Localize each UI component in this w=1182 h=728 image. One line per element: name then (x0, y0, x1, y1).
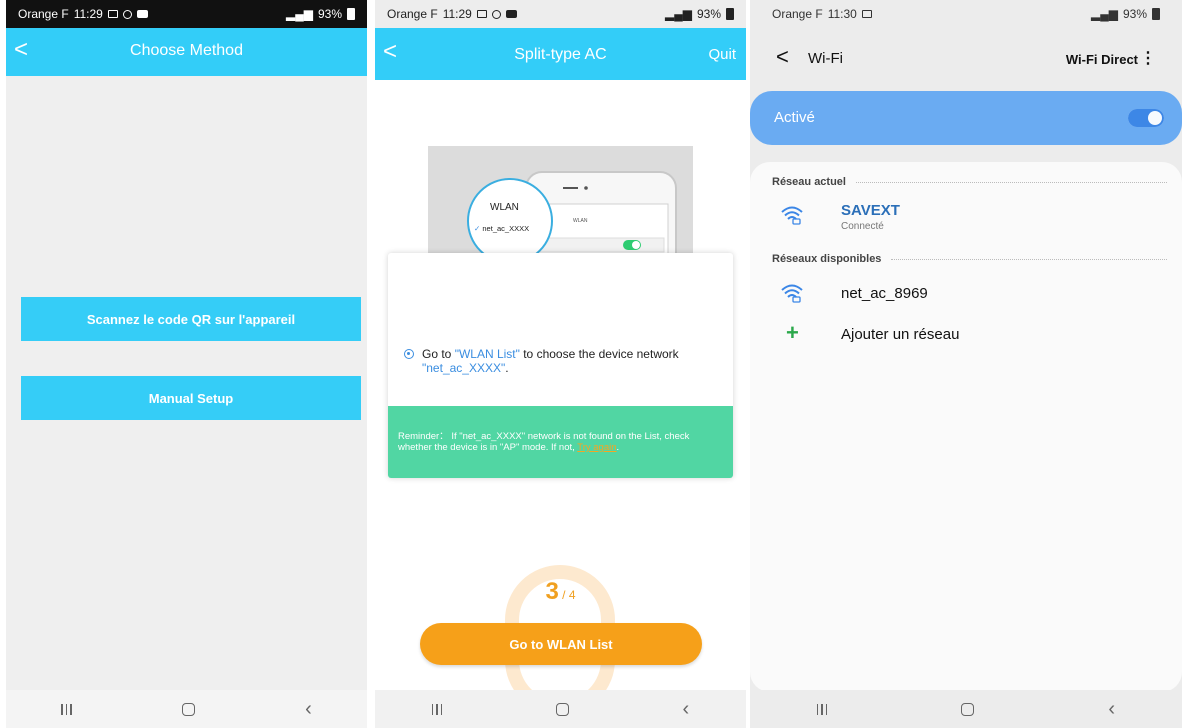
wifi-active-toggle-row[interactable]: Activé (750, 91, 1182, 145)
home-icon[interactable] (961, 702, 975, 716)
title-bar: < Split-type AC Quit (375, 28, 746, 80)
message-icon (136, 10, 148, 18)
battery-label: 93% (1122, 7, 1147, 21)
signal-icon: ▂▄▆ (1091, 7, 1118, 21)
phone-wifi-settings: Orange F 11:30 ▂▄▆ 93% < Wi-Fi Wi-Fi Dir… (750, 0, 1182, 728)
available-network-name: net_ac_8969 (841, 285, 928, 302)
title-bar: < Choose Method (6, 28, 367, 76)
current-network-header-label: Réseau actuel (772, 176, 846, 188)
wifi-lock-icon (781, 206, 803, 225)
signal-icon: ▂▄▆ (665, 7, 692, 21)
active-label: Activé (774, 109, 815, 126)
step-current: 3 (545, 578, 559, 605)
wifi-lock-icon (781, 284, 803, 303)
status-bar: Orange F 11:30 ▂▄▆ 93% (750, 0, 1182, 28)
page-title: Choose Method (130, 42, 243, 59)
carrier-label: Orange F (772, 7, 823, 21)
wifi-direct-button[interactable]: Wi-Fi Direct (1066, 52, 1138, 67)
battery-icon (1152, 8, 1160, 20)
reminder-box: Reminder： If "net_ac_XXXX" network is no… (388, 406, 733, 478)
step-prefix: Go to (422, 347, 455, 361)
status-bar: Orange F 11:29 ▂▄▆ 93% (375, 0, 746, 28)
reminder-text: Reminder： If "net_ac_XXXX" network is no… (398, 431, 690, 453)
available-networks-header-label: Réseaux disponibles (772, 253, 882, 265)
gallery-icon (107, 10, 118, 18)
illus-wlan-label: WLAN (490, 202, 519, 213)
manual-setup-button[interactable]: Manual Setup (21, 376, 361, 420)
step-network: "net_ac_XXXX" (422, 361, 506, 375)
step-suffix: . (505, 361, 509, 375)
time-label: 11:30 (827, 7, 857, 21)
recents-icon[interactable] (61, 703, 72, 715)
time-label: 11:29 (442, 7, 472, 21)
carrier-label: Orange F (387, 7, 438, 21)
try-again-link[interactable]: Try again (577, 442, 616, 453)
current-network-name: SAVEXT (841, 202, 900, 219)
back-icon[interactable]: < (776, 44, 789, 70)
step-instruction: Go to "WLAN List" to choose the device n… (404, 347, 724, 375)
current-network-header: Réseau actuel (772, 176, 1167, 188)
recents-icon[interactable] (816, 703, 828, 715)
add-network-label: Ajouter un réseau (841, 326, 960, 343)
recents-icon[interactable] (431, 703, 443, 715)
battery-icon (347, 8, 355, 20)
system-nav-bar: ‹ (375, 690, 746, 728)
gallery-icon (476, 10, 487, 18)
step-middle: to choose the device network (519, 347, 679, 361)
reminder-end: . (616, 442, 620, 453)
radio-icon (404, 349, 414, 359)
step-counter: 3 / 4 (545, 578, 576, 605)
wlan-list-link[interactable]: "WLAN List" (455, 347, 520, 361)
home-icon[interactable] (181, 702, 195, 716)
illus-wlan-small: WLAN (573, 218, 588, 224)
nav-back-icon[interactable]: ‹ (305, 699, 312, 719)
phone-split-type-ac: Orange F 11:29 ▂▄▆ 93% < Split-type AC Q… (375, 0, 746, 728)
go-to-wlan-button[interactable]: Go to WLAN List (420, 623, 702, 665)
carrier-label: Orange F (18, 7, 69, 21)
message-icon (505, 10, 517, 18)
home-icon[interactable] (555, 702, 569, 716)
phone-choose-method: Orange F 11:29 ▂▄▆ 93% < Choose Method S… (6, 0, 367, 728)
wifi-header: < Wi-Fi Wi-Fi Direct ⋮ (750, 40, 1182, 76)
page-title: Wi-Fi (808, 50, 843, 67)
status-bar: Orange F 11:29 ▂▄▆ 93% (6, 0, 367, 28)
plus-icon: + (786, 320, 799, 345)
available-networks-header: Réseaux disponibles (772, 253, 1167, 265)
wifi-toggle[interactable] (1128, 109, 1164, 127)
nav-back-icon[interactable]: ‹ (1108, 699, 1115, 719)
battery-label: 93% (696, 7, 721, 21)
system-nav-bar: ‹ (6, 690, 367, 728)
battery-label: 93% (317, 7, 342, 21)
notification-icon (491, 9, 501, 19)
system-nav-bar: ‹ (750, 690, 1182, 728)
time-label: 11:29 (73, 7, 103, 21)
illus-network-label: ✓ net_ac_XXXX (474, 224, 530, 233)
signal-icon: ▂▄▆ (286, 7, 313, 21)
scan-qr-button[interactable]: Scannez le code QR sur l'appareil (21, 297, 361, 341)
gallery-icon (861, 10, 872, 18)
networks-card: Réseau actuel SAVEXT Connecté Réseaux di… (750, 162, 1182, 692)
battery-icon (726, 8, 734, 20)
step-total: 4 (568, 588, 576, 602)
more-options-icon[interactable]: ⋮ (1140, 48, 1156, 68)
page-title: Split-type AC (514, 46, 607, 63)
current-network-status: Connecté (841, 221, 884, 232)
instruction-card: Go to "WLAN List" to choose the device n… (388, 253, 733, 478)
notification-icon (122, 9, 132, 19)
nav-back-icon[interactable]: ‹ (683, 699, 690, 719)
quit-button[interactable]: Quit (708, 46, 736, 63)
